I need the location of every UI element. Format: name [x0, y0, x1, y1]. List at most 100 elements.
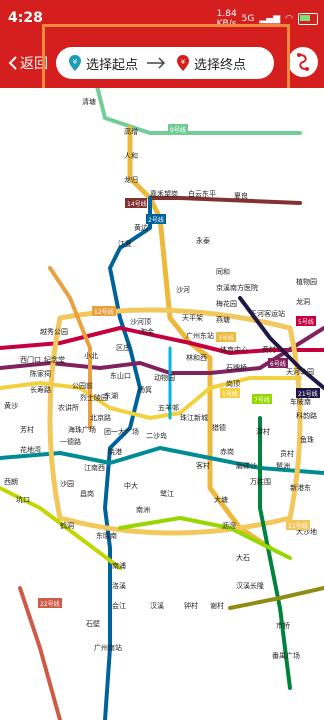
station-label: 广州东站	[186, 331, 214, 340]
station-label: 昌岗	[80, 490, 94, 498]
station-label: 江南西	[84, 463, 105, 472]
station-label: 天河客运站	[250, 309, 285, 318]
station-label: 燕塘	[216, 315, 230, 324]
station-label: 夏良	[234, 191, 248, 200]
station-label: 汉溪长隆	[236, 581, 264, 590]
station-label: 植物园	[296, 277, 317, 286]
station-label: 西门口	[20, 355, 41, 364]
station-label: 永泰	[196, 236, 210, 245]
station-label: 西朗	[4, 477, 18, 486]
metro-map[interactable]: 清塘 高增 人和 龙归 嘉禾望岗 白云东平 夏良 黄边 永泰 江夏 同和 京溪南…	[0, 88, 324, 720]
station-label: 市桥	[276, 621, 290, 630]
battery-icon	[298, 13, 318, 25]
station-label: 沙河顶	[130, 318, 151, 326]
station-label: 番禺广场	[272, 651, 300, 660]
station-label: 淘金	[140, 327, 154, 336]
station-label: 客村	[196, 461, 210, 470]
station-label: 动物园	[154, 373, 175, 382]
station-label: 清塘	[82, 97, 96, 106]
station-label: 大塘	[214, 495, 228, 504]
svg-text:12号线: 12号线	[94, 308, 114, 316]
station-label: 车陂南	[290, 397, 311, 406]
station-label: 体育中心	[220, 345, 248, 354]
svg-text:1号线: 1号线	[222, 390, 238, 398]
station-label: 林和西	[186, 353, 207, 362]
station-label: 芳村	[20, 425, 34, 434]
station-label: 石壁	[86, 619, 100, 628]
svg-text:14号线: 14号线	[127, 200, 147, 208]
station-label: 人和	[124, 151, 138, 160]
station-label: 纪念堂	[44, 355, 65, 364]
station-label: 黄边	[134, 223, 148, 232]
station-label: 黄沙	[4, 401, 18, 410]
highlight-frame	[42, 24, 290, 94]
station-label: 磨碟沙	[236, 461, 257, 470]
station-label: 北京路	[90, 413, 111, 422]
svg-text:11号线: 11号线	[288, 522, 308, 530]
station-label: 琶洲	[276, 462, 290, 470]
svg-text:6号线: 6号线	[270, 360, 286, 368]
station-label: 嘉禾望岗	[150, 189, 178, 198]
route-switch-button[interactable]	[288, 47, 318, 77]
station-label: 员村	[280, 449, 294, 458]
station-label: 天平架	[182, 314, 203, 322]
station-label: 赤岗	[220, 448, 234, 456]
station-label: 猎德	[212, 423, 226, 432]
svg-text:2号线: 2号线	[148, 216, 164, 224]
station-label: 京溪南方医院	[216, 283, 258, 292]
station-label: 石牌桥	[226, 363, 247, 372]
station-label: 鹭江	[160, 489, 174, 498]
station-label: 东山口	[110, 371, 131, 380]
station-label: 晓港	[108, 447, 122, 456]
station-label: 梅花园	[216, 299, 237, 308]
station-label: 区庄	[116, 343, 130, 352]
station-label: 鹤洞	[60, 521, 74, 530]
station-label: 同和	[216, 267, 230, 276]
svg-text:5号线: 5号线	[298, 318, 314, 326]
station-label: 会江	[112, 601, 126, 610]
station-label: 钟村	[184, 601, 198, 610]
station-label: 沙园	[60, 480, 74, 488]
station-label: 新港东	[290, 483, 311, 492]
svg-text:3号线: 3号线	[218, 334, 234, 342]
metro-map-canvas[interactable]: 清塘 高增 人和 龙归 嘉禾望岗 白云东平 夏良 黄边 永泰 江夏 同和 京溪南…	[0, 88, 324, 720]
chevron-left-icon	[8, 56, 17, 70]
route-icon	[297, 53, 309, 71]
station-label: 大石	[236, 553, 250, 562]
station-label: 沙河	[176, 286, 190, 294]
station-label: 江夏	[118, 240, 132, 248]
signal-icon: ▂▄▆	[259, 14, 281, 24]
line-14	[148, 196, 302, 205]
station-label: 龙归	[124, 175, 138, 184]
line-4	[258, 416, 292, 690]
station-label: 汉溪	[150, 601, 164, 610]
line-9	[95, 88, 302, 135]
station-label: 南浦	[112, 561, 126, 570]
status-time: 4:28	[8, 10, 43, 26]
station-label: 农讲所	[58, 403, 79, 412]
station-label: 岗顶	[226, 380, 240, 388]
station-label: 天河公园	[286, 368, 314, 376]
station-label: 谢村	[210, 601, 224, 610]
station-label: 中大	[124, 481, 138, 490]
station-label: 潭村	[256, 427, 270, 436]
station-label: 鱼珠	[300, 435, 314, 444]
station-label: 高增	[124, 127, 138, 136]
station-label: 科韵路	[296, 411, 317, 420]
station-label: 陈家祠	[30, 369, 51, 378]
station-label: 公园前	[72, 381, 93, 390]
station-label: 珠江新城	[180, 413, 208, 422]
station-label: 团一大广场	[104, 427, 139, 436]
station-label: 小北	[84, 351, 98, 360]
station-label: 东湖	[104, 391, 118, 400]
svg-text:7号线: 7号线	[254, 396, 270, 404]
station-label: 万胜围	[250, 477, 271, 486]
station-label: 白云东平	[188, 189, 216, 198]
station-label: 花地湾	[20, 445, 41, 454]
station-label: 一德路	[60, 437, 81, 446]
station-label: 南洲	[136, 505, 150, 514]
station-label: 海珠广场	[68, 425, 96, 434]
station-label: 黄村	[262, 345, 276, 354]
station-label: 广州南站	[94, 643, 122, 652]
svg-text:22号线: 22号线	[40, 600, 60, 608]
